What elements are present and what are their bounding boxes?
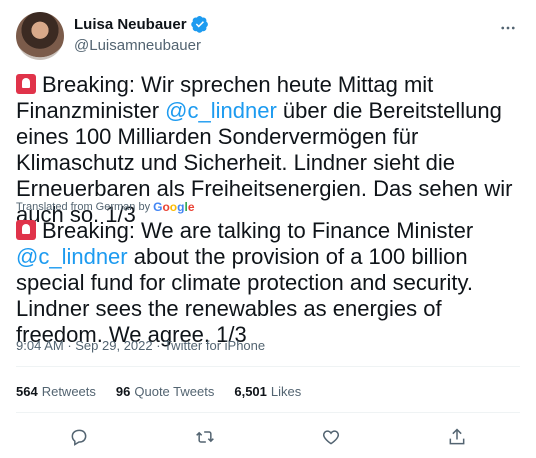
more-options-icon[interactable]	[496, 16, 520, 40]
mention-link[interactable]: @c_lindner	[165, 98, 277, 123]
author-name[interactable]: Luisa Neubauer	[74, 16, 187, 33]
google-logo-icon: Google	[153, 200, 195, 214]
retweet-icon[interactable]	[188, 420, 222, 454]
tweet-translation-text: Breaking: We are talking to Finance Mini…	[16, 218, 474, 347]
tweet-timestamp[interactable]: 9:04 AM · Sep 29, 2022	[16, 338, 153, 353]
tweet-source[interactable]: Twitter for iPhone	[164, 338, 265, 353]
tweet-meta: 9:04 AM · Sep 29, 2022 · Twitter for iPh…	[16, 338, 266, 353]
mention-link[interactable]: @c_lindner	[16, 244, 128, 269]
verified-badge-icon	[190, 15, 209, 33]
tweet-header: Luisa Neubauer @Luisamneubauer	[16, 10, 520, 60]
share-icon[interactable]	[440, 420, 474, 454]
likes-stat[interactable]: 6,501 Likes	[234, 384, 301, 399]
tweet-actions	[16, 420, 520, 454]
translation-attribution: Translated from German by Google	[16, 200, 195, 214]
divider	[16, 366, 520, 367]
siren-emoji-icon	[16, 74, 36, 94]
author-name-row[interactable]: Luisa Neubauer	[74, 15, 209, 33]
quote-tweets-stat[interactable]: 96 Quote Tweets	[116, 384, 214, 399]
avatar[interactable]	[16, 12, 64, 60]
siren-emoji-icon	[16, 220, 36, 240]
retweets-stat[interactable]: 564 Retweets	[16, 384, 96, 399]
like-icon[interactable]	[314, 420, 348, 454]
divider	[16, 412, 520, 413]
reply-icon[interactable]	[62, 420, 96, 454]
author-handle[interactable]: @Luisamneubauer	[74, 37, 201, 54]
tweet-stats: 564 Retweets 96 Quote Tweets 6,501 Likes	[16, 384, 301, 399]
